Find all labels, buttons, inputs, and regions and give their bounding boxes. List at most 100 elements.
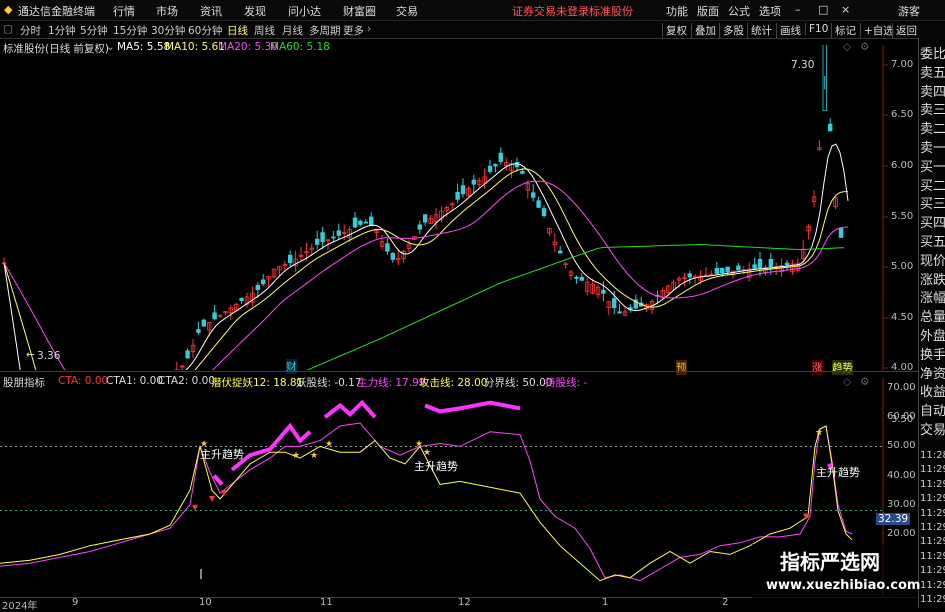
side-panel-item[interactable]: 涨跌 [920,269,945,288]
date-label-year: 2024年 [2,597,37,612]
period-tab-intraday[interactable]: 分时 [20,23,41,38]
menu-wealth[interactable]: 财富圈 [343,3,376,19]
candlestick-chart[interactable] [0,45,918,370]
menu-trade[interactable]: 交易 [396,3,418,19]
star-icon: ★ [310,451,318,461]
mark-button[interactable]: 标记 [831,23,856,38]
period-tab-1min[interactable]: 1分钟 [48,23,76,38]
volume-tick [200,569,202,579]
candle-body [839,228,843,237]
menu-options[interactable]: 选项 [759,3,781,19]
menu-function[interactable]: 功能 [666,3,688,19]
trade-login-status[interactable]: 证券交易未登录 [512,3,589,19]
candle-body [369,217,373,225]
side-panel-item[interactable]: 卖四 [920,81,945,100]
side-panel-item[interactable]: 卖一 [920,137,945,156]
side-panel-item[interactable]: 涨幅 [920,287,945,306]
side-panel-item[interactable]: 换手 [920,344,945,363]
watermark-title: 指标严选网 [780,546,880,575]
side-panel-item[interactable]: 委比 [920,43,945,62]
candle-body [499,153,503,161]
f10-button[interactable]: F10 [805,23,828,35]
side-panel-item[interactable]: 买二 [920,175,945,194]
candle-body [580,277,584,280]
side-panel-item[interactable]: 卖三 [920,99,945,118]
menu-ask[interactable]: 问小达 [288,3,321,19]
side-panel-time: 11:29 [920,479,945,490]
side-panel-item[interactable]: 卖五 [920,62,945,81]
date-label-dec: 12 [458,597,471,608]
maximize-button[interactable]: □ [818,3,828,16]
side-panel-item[interactable]: 买五 [920,231,945,250]
period-tab-multi[interactable]: 多周期 [309,23,341,38]
current-stock-name: 标准股份 [589,3,633,19]
side-panel-time: 11:29 [920,536,945,547]
period-tab-15min[interactable]: 15分钟 [113,23,147,38]
pane-divider[interactable] [0,371,918,372]
candle-body [256,285,260,289]
period-tab-more[interactable]: 更多 [343,23,364,38]
event-marker-trend[interactable]: 趋势 [832,360,853,375]
period-tab-60min[interactable]: 60分钟 [188,23,222,38]
side-panel-time: 11:29 [920,580,945,591]
buy-signal-marker [209,496,215,502]
minimize-button[interactable]: – [795,3,801,16]
side-panel-item[interactable]: 收益 [920,381,945,400]
candle-body [423,215,427,222]
add-watchlist-button[interactable]: +自选 [860,23,894,38]
side-panel-item[interactable]: 净资 [920,363,945,382]
guest-user[interactable]: 游客 [898,3,920,19]
period-tab-5min[interactable]: 5分钟 [80,23,108,38]
side-panel-time: 11:29 [920,508,945,519]
period-toolbar: ▢ 分时 1分钟 5分钟 15分钟 30分钟 60分钟 日线 周线 月线 多周期… [0,21,945,39]
side-panel-item[interactable]: 买三 [920,193,945,212]
candle-body [618,312,622,313]
menu-formula[interactable]: 公式 [728,3,750,19]
overlay-button[interactable]: 叠加 [691,23,716,38]
candle-body [332,237,336,238]
event-marker-rise[interactable]: 涨 [812,360,823,375]
candle-body [537,201,541,208]
low-price-label: 3.36 [37,350,60,362]
side-panel-item[interactable]: 买一 [920,156,945,175]
side-panel-item[interactable]: 买四 [920,212,945,231]
menu-market-quotes[interactable]: 行情 [113,3,135,19]
title-bar: ◆ 通达信金融终端 行情 市场 资讯 发现 问小达 财富圈 交易 证券交易未登录… [0,0,945,21]
side-panel-item[interactable]: 交易 [920,419,945,438]
candles [2,45,843,370]
chevron-right-icon[interactable]: › [367,23,371,35]
candle-body [515,162,519,166]
side-panel-time: 11:29 [920,522,945,533]
period-tab-daily[interactable]: 日线 [227,23,248,38]
star-icon: ★ [325,439,333,449]
period-tab-weekly[interactable]: 周线 [254,23,275,38]
side-panel-item[interactable]: 总量 [920,306,945,325]
back-button[interactable]: 返回 [892,23,917,38]
menu-layout[interactable]: 版面 [697,3,719,19]
candle-body [213,313,217,319]
event-marker-forecast[interactable]: 预 [676,360,687,375]
panel-toggle-icon[interactable]: ▢ [3,23,13,35]
menu-market[interactable]: 市场 [156,3,178,19]
candle-body [488,166,492,171]
adjust-button[interactable]: 复权 [662,23,687,38]
candle-body [531,193,535,198]
side-panel-item[interactable]: 外盘 [920,325,945,344]
stats-button[interactable]: 统计 [747,23,772,38]
side-panel-item[interactable]: 现价 [920,250,945,269]
side-panel-time: 11:29 [920,464,945,475]
side-panel-item[interactable]: 自动 [920,400,945,419]
period-tab-monthly[interactable]: 月线 [282,23,303,38]
period-tab-30min[interactable]: 30分钟 [151,23,185,38]
draw-line-button[interactable]: 画线 [776,23,801,38]
side-panel-time: 11:29 [920,493,945,504]
close-button[interactable]: × [841,3,850,16]
multi-stock-button[interactable]: 多股 [719,23,744,38]
menu-news[interactable]: 资讯 [200,3,222,19]
side-panel-item[interactable]: 卖二 [920,118,945,137]
menu-discover[interactable]: 发现 [244,3,266,19]
candle-body [494,164,498,166]
star-icon: ★ [815,428,823,438]
candle-body [758,259,762,268]
trend-label-3: 主升趋势 [816,464,860,480]
